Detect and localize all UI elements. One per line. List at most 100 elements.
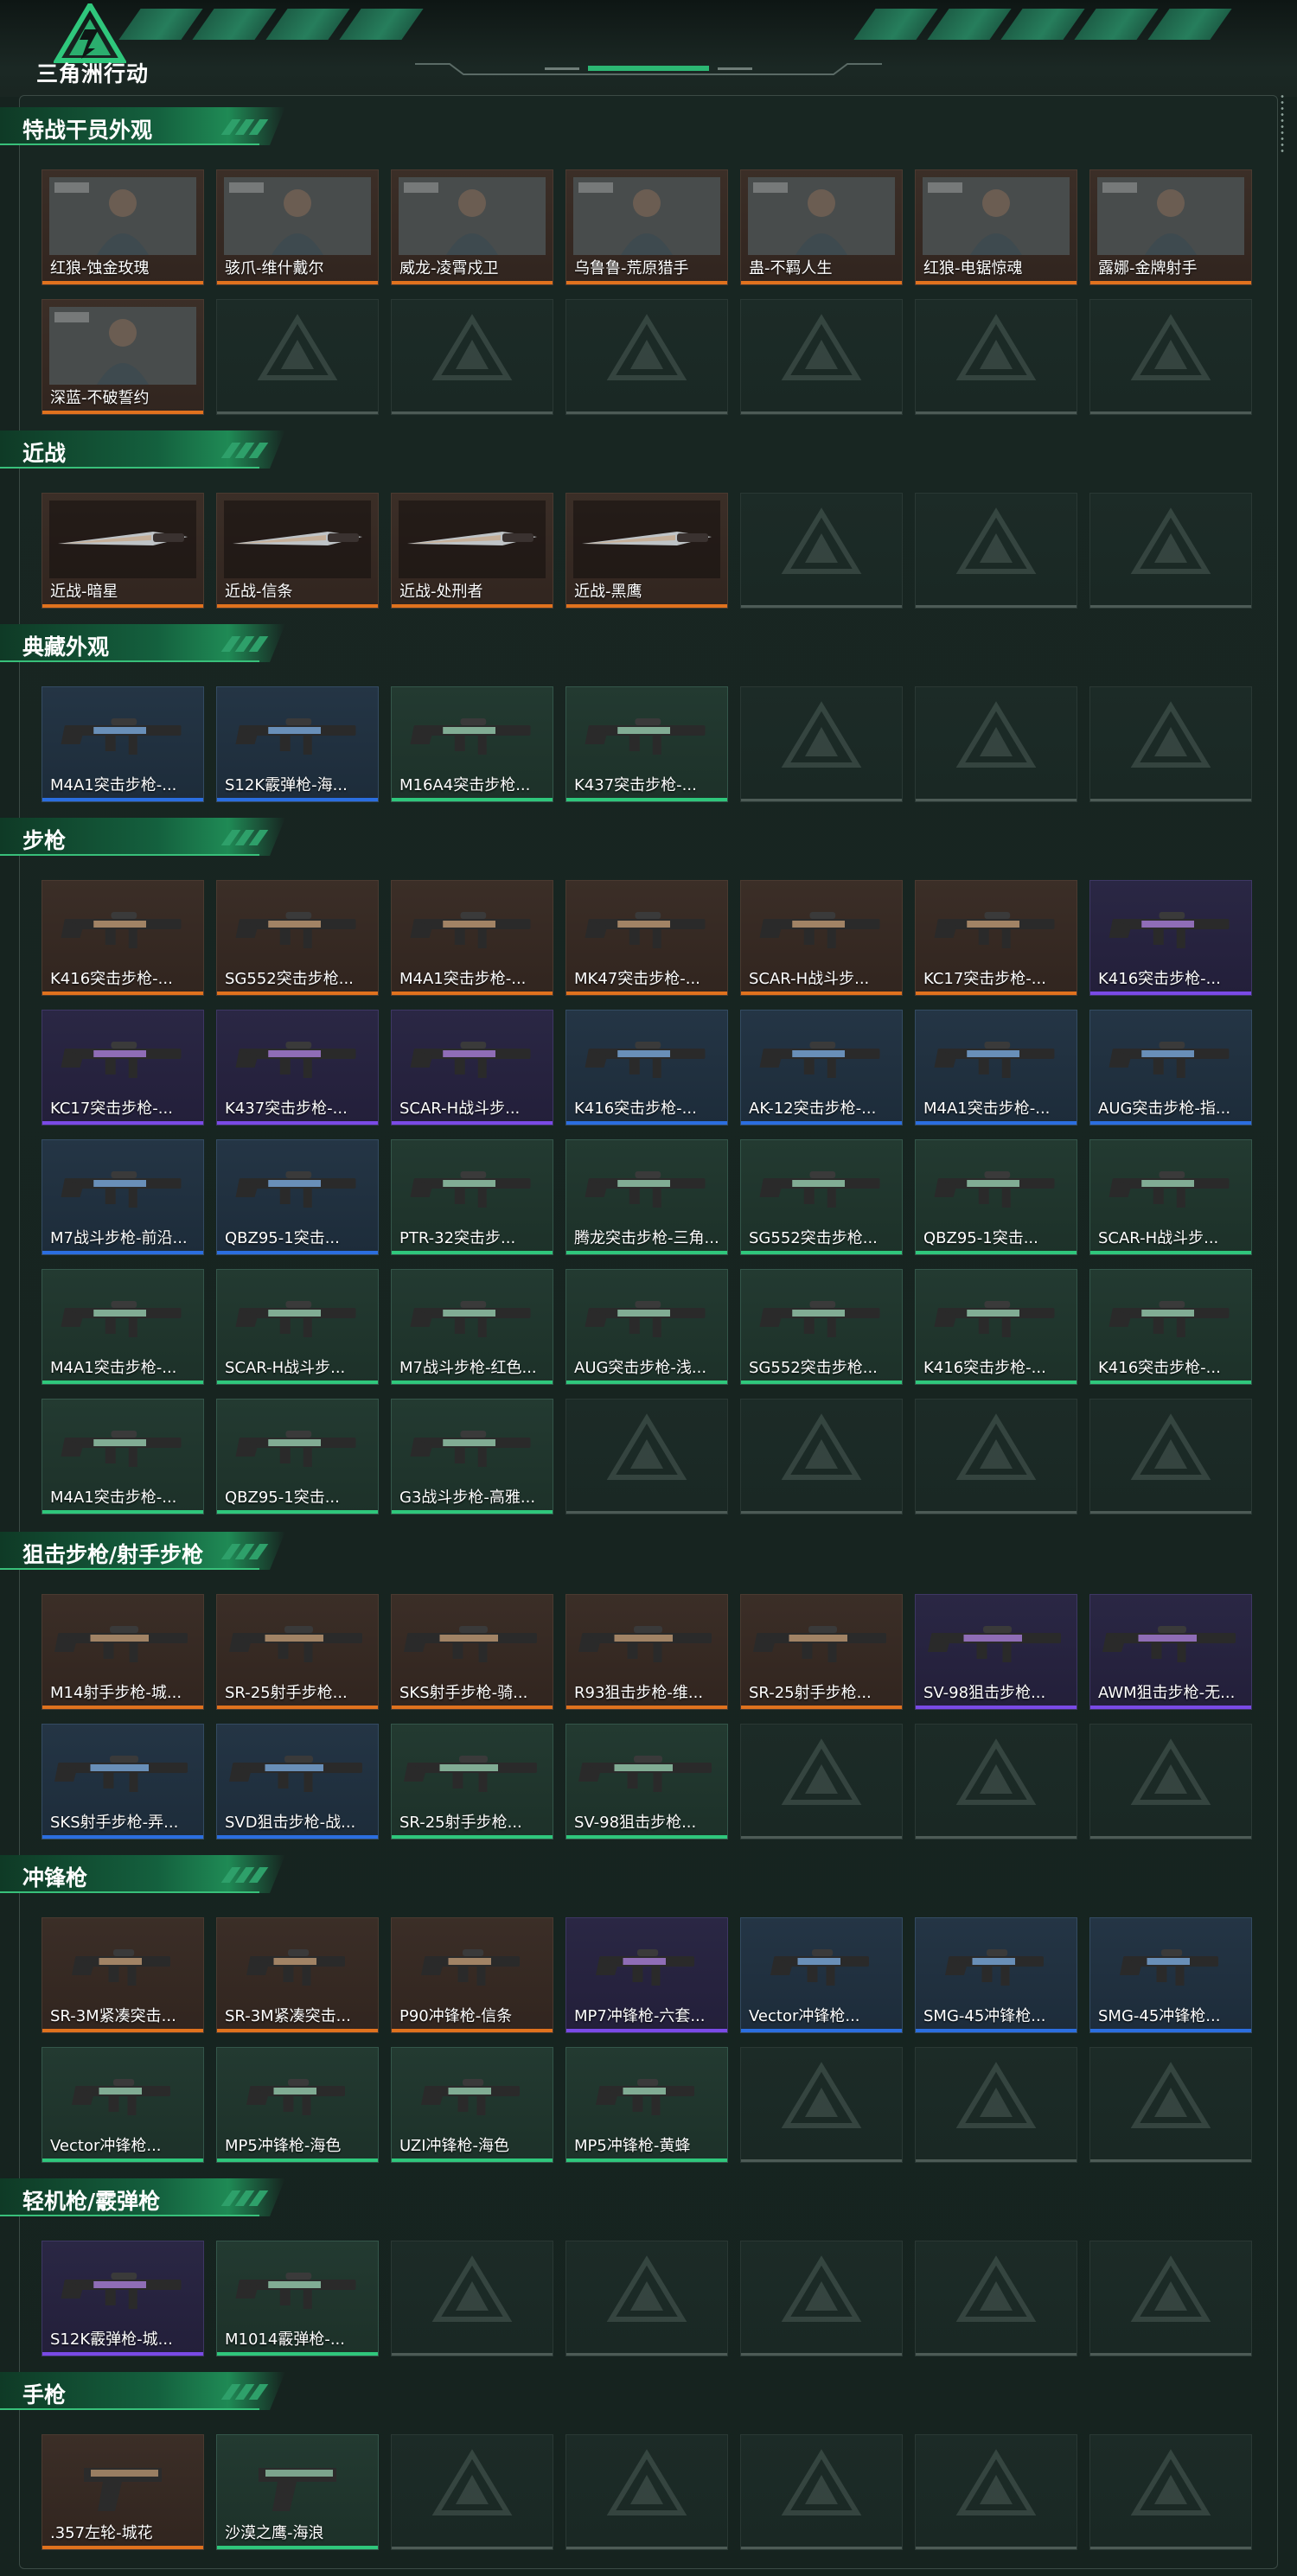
inventory-item-tile[interactable]: M4A1突击步枪-... xyxy=(42,1399,204,1514)
knife-icon xyxy=(573,501,720,578)
item-label: KC17突击步枪-... xyxy=(923,970,1046,988)
inventory-item-tile[interactable]: SKS射手步枪-骑... xyxy=(391,1594,553,1710)
rarity-stripe xyxy=(217,604,378,608)
inventory-item-tile[interactable]: AUG突击步枪-浅... xyxy=(565,1269,728,1385)
inventory-item-tile[interactable]: Vector冲锋枪... xyxy=(740,1917,903,2033)
item-label: 乌鲁鲁-荒原猎手 xyxy=(574,259,689,277)
inventory-item-tile[interactable]: K437突击步枪-... xyxy=(216,1010,379,1125)
inventory-item-tile[interactable]: SR-25射手步枪... xyxy=(391,1724,553,1840)
inventory-item-tile[interactable]: M7战斗步枪-红色... xyxy=(391,1269,553,1385)
inventory-item-tile[interactable]: P90冲锋枪-信条 xyxy=(391,1917,553,2033)
inventory-item-tile[interactable]: SR-3M紧凑突击... xyxy=(216,1917,379,2033)
inventory-item-tile[interactable]: M1014霰弹枪-... xyxy=(216,2241,379,2356)
inventory-item-tile[interactable]: K416突击步枪-... xyxy=(565,1010,728,1125)
inventory-item-tile[interactable]: SMG-45冲锋枪... xyxy=(915,1917,1077,2033)
inventory-item-tile[interactable]: 近战-黑鹰 xyxy=(565,493,728,609)
inventory-item-tile[interactable]: SG552突击步枪... xyxy=(740,1269,903,1385)
inventory-item-tile[interactable]: SKS射手步枪-弄... xyxy=(42,1724,204,1840)
inventory-item-tile[interactable]: SCAR-H战斗步... xyxy=(740,880,903,996)
rarity-stripe xyxy=(217,411,378,414)
empty-slot xyxy=(565,299,728,415)
inventory-item-tile[interactable]: Vector冲锋枪... xyxy=(42,2047,204,2163)
operator-icon xyxy=(224,177,371,255)
inventory-item-tile[interactable]: SG552突击步枪... xyxy=(740,1139,903,1255)
inventory-item-tile[interactable]: K437突击步枪-... xyxy=(565,686,728,802)
inventory-item-tile[interactable]: G3战斗步枪-高雅... xyxy=(391,1399,553,1514)
inventory-item-tile[interactable]: M4A1突击步枪-... xyxy=(915,1010,1077,1125)
inventory-item-tile[interactable]: SCAR-H战斗步... xyxy=(216,1269,379,1385)
inventory-item-tile[interactable]: 骇爪-维什戴尔 xyxy=(216,169,379,285)
inventory-item-tile[interactable]: .357左轮-城花 xyxy=(42,2434,204,2550)
item-label: MP5冲锋枪-黄蜂 xyxy=(574,2137,691,2155)
scrollbar[interactable] xyxy=(1281,93,1284,154)
section-header: 步枪 xyxy=(0,818,285,856)
inventory-item-tile[interactable]: 威龙-凌霄戍卫 xyxy=(391,169,553,285)
item-label: 露娜-金牌射手 xyxy=(1098,259,1198,277)
inventory-item-tile[interactable]: QBZ95-1突击... xyxy=(216,1139,379,1255)
rarity-stripe xyxy=(392,992,553,995)
inventory-item-tile[interactable]: SR-3M紧凑突击... xyxy=(42,1917,204,2033)
inventory-item-tile[interactable]: SV-98狙击步枪... xyxy=(565,1724,728,1840)
inventory-item-tile[interactable]: QBZ95-1突击... xyxy=(915,1139,1077,1255)
rarity-stripe xyxy=(217,2029,378,2032)
inventory-item-tile[interactable]: M16A4突击步枪... xyxy=(391,686,553,802)
inventory-item-tile[interactable]: 腾龙突击步枪-三角... xyxy=(565,1139,728,1255)
inventory-item-tile[interactable]: MP5冲锋枪-海色 xyxy=(216,2047,379,2163)
item-label: R93狙击步枪-维... xyxy=(574,1684,704,1702)
inventory-item-tile[interactable]: M4A1突击步枪-... xyxy=(42,686,204,802)
inventory-item-tile[interactable]: SMG-45冲锋枪... xyxy=(1089,1917,1252,2033)
inventory-item-tile[interactable]: 深蓝-不破誓约 xyxy=(42,299,204,415)
inventory-item-tile[interactable]: 红狼-电锯惊魂 xyxy=(915,169,1077,285)
inventory-item-tile[interactable]: K416突击步枪-... xyxy=(1089,1269,1252,1385)
rarity-stripe xyxy=(42,798,203,801)
rarity-stripe xyxy=(42,1706,203,1709)
placeholder-delta-icon xyxy=(257,314,338,380)
inventory-item-tile[interactable]: M4A1突击步枪-... xyxy=(391,880,553,996)
inventory-item-tile[interactable]: SR-25射手步枪... xyxy=(740,1594,903,1710)
knife-icon xyxy=(49,501,196,578)
rarity-stripe xyxy=(392,1706,553,1709)
inventory-item-tile[interactable]: 近战-信条 xyxy=(216,493,379,609)
inventory-item-tile[interactable]: SVD狙击步枪-战... xyxy=(216,1724,379,1840)
inventory-item-tile[interactable]: UZI冲锋枪-海色 xyxy=(391,2047,553,2163)
rarity-stripe xyxy=(916,1251,1077,1254)
inventory-item-tile[interactable]: 沙漠之鹰-海浪 xyxy=(216,2434,379,2550)
inventory-item-tile[interactable]: S12K霰弹枪-城... xyxy=(42,2241,204,2356)
inventory-item-tile[interactable]: M7战斗步枪-前沿... xyxy=(42,1139,204,1255)
item-label: 蛊-不羁人生 xyxy=(749,259,833,277)
inventory-item-tile[interactable]: AWM狙击步枪-无... xyxy=(1089,1594,1252,1710)
inventory-item-tile[interactable]: 乌鲁鲁-荒原猎手 xyxy=(565,169,728,285)
item-label: K416突击步枪-... xyxy=(574,1100,697,1118)
rarity-stripe xyxy=(566,1121,727,1125)
inventory-item-tile[interactable]: SCAR-H战斗步... xyxy=(1089,1139,1252,1255)
inventory-item-tile[interactable]: R93狙击步枪-维... xyxy=(565,1594,728,1710)
inventory-item-tile[interactable]: K416突击步枪-... xyxy=(42,880,204,996)
inventory-item-tile[interactable]: MP5冲锋枪-黄蜂 xyxy=(565,2047,728,2163)
item-label: SV-98狙击步枪... xyxy=(574,1814,697,1832)
inventory-item-tile[interactable]: SR-25射手步枪... xyxy=(216,1594,379,1710)
inventory-item-tile[interactable]: QBZ95-1突击... xyxy=(216,1399,379,1514)
section-title: 狙击步枪/射手步枪 xyxy=(22,1542,204,1567)
inventory-item-tile[interactable]: K416突击步枪-... xyxy=(915,1269,1077,1385)
inventory-item-tile[interactable]: MK47突击步枪-... xyxy=(565,880,728,996)
smg-icon xyxy=(596,1949,694,1986)
inventory-item-tile[interactable]: 近战-处刑者 xyxy=(391,493,553,609)
inventory-item-tile[interactable]: SV-98狙击步枪... xyxy=(915,1594,1077,1710)
inventory-item-tile[interactable]: 蛊-不羁人生 xyxy=(740,169,903,285)
inventory-item-tile[interactable]: M14射手步枪-城... xyxy=(42,1594,204,1710)
inventory-item-tile[interactable]: 近战-暗星 xyxy=(42,493,204,609)
inventory-item-tile[interactable]: PTR-32突击步... xyxy=(391,1139,553,1255)
inventory-item-tile[interactable]: 露娜-金牌射手 xyxy=(1089,169,1252,285)
inventory-item-tile[interactable]: SG552突击步枪... xyxy=(216,880,379,996)
inventory-item-tile[interactable]: 红狼-蚀金玫瑰 xyxy=(42,169,204,285)
inventory-item-tile[interactable]: S12K霰弹枪-海... xyxy=(216,686,379,802)
inventory-item-tile[interactable]: AK-12突击步枪-... xyxy=(740,1010,903,1125)
inventory-item-tile[interactable]: KC17突击步枪-... xyxy=(42,1010,204,1125)
inventory-item-tile[interactable]: MP7冲锋枪-六套... xyxy=(565,1917,728,2033)
rifle-icon xyxy=(934,1042,1055,1078)
inventory-item-tile[interactable]: SCAR-H战斗步... xyxy=(391,1010,553,1125)
inventory-item-tile[interactable]: KC17突击步枪-... xyxy=(915,880,1077,996)
inventory-item-tile[interactable]: AUG突击步枪-指... xyxy=(1089,1010,1252,1125)
inventory-item-tile[interactable]: M4A1突击步枪-... xyxy=(42,1269,204,1385)
inventory-item-tile[interactable]: K416突击步枪-... xyxy=(1089,880,1252,996)
